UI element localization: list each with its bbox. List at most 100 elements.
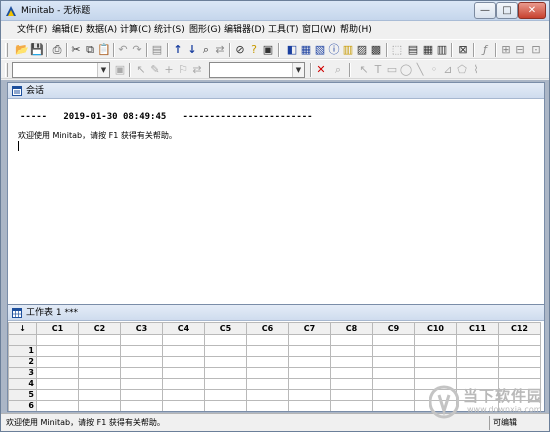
arrow-up-icon[interactable]: ↑ bbox=[171, 43, 185, 57]
session-window-icon[interactable]: ◧ bbox=[285, 43, 299, 57]
worksheet-cell[interactable] bbox=[204, 334, 247, 346]
line-tool-icon[interactable]: ╲ bbox=[413, 63, 427, 77]
column-nav-arrow-icon[interactable]: ↓ bbox=[8, 322, 37, 335]
worksheet-cell[interactable] bbox=[204, 345, 247, 357]
font-select[interactable]: ▼ bbox=[209, 62, 305, 78]
worksheet-cell[interactable] bbox=[78, 389, 121, 401]
rectangle-tool-icon[interactable]: ▭ bbox=[385, 63, 399, 77]
chevron-down-icon[interactable]: ▼ bbox=[97, 63, 109, 77]
copy-icon[interactable]: ⧉ bbox=[83, 43, 97, 57]
worksheet-cell[interactable] bbox=[78, 345, 121, 357]
menu-help[interactable]: 帮助(H) bbox=[340, 24, 372, 37]
worksheet-cell[interactable] bbox=[330, 400, 373, 411]
row-header[interactable]: 5 bbox=[8, 389, 37, 401]
edit-item-icon[interactable]: ▣ bbox=[113, 63, 127, 77]
worksheet-cell[interactable] bbox=[246, 367, 289, 379]
worksheet-cell[interactable] bbox=[246, 356, 289, 368]
menu-stat[interactable]: 统计(S) bbox=[154, 24, 185, 37]
stathelp-icon[interactable]: ▣ bbox=[261, 43, 275, 57]
worksheet-cell[interactable] bbox=[36, 356, 79, 368]
worksheet-cell[interactable] bbox=[204, 378, 247, 390]
worksheet-cell[interactable] bbox=[78, 356, 121, 368]
menu-edit[interactable]: 编辑(E) bbox=[52, 24, 83, 37]
select-column-icon[interactable]: ⬚ bbox=[390, 43, 404, 57]
worksheet-cell[interactable] bbox=[120, 345, 163, 357]
worksheet-cell[interactable] bbox=[288, 345, 331, 357]
table-view-icon[interactable]: ▥ bbox=[435, 43, 449, 57]
insert-rows-icon[interactable]: ⊟ bbox=[513, 43, 527, 57]
replace-icon[interactable]: ⇄ bbox=[213, 43, 227, 57]
worksheet-cell[interactable] bbox=[246, 400, 289, 411]
worksheet-cell[interactable] bbox=[246, 345, 289, 357]
worksheet-cell[interactable] bbox=[288, 334, 331, 346]
last-dialog-icon[interactable]: ▤ bbox=[150, 43, 164, 57]
chevron-down-icon[interactable]: ▼ bbox=[292, 63, 304, 77]
report-pad-icon[interactable]: ▨ bbox=[355, 43, 369, 57]
worksheet-cell[interactable] bbox=[330, 356, 373, 368]
worksheet-cell[interactable] bbox=[120, 356, 163, 368]
column-header[interactable]: C1 bbox=[36, 322, 79, 335]
column-header[interactable]: C10 bbox=[414, 322, 457, 335]
worksheet-cell[interactable] bbox=[204, 389, 247, 401]
column-view-icon[interactable]: ▦ bbox=[421, 43, 435, 57]
delete-cells-icon[interactable]: ⊠ bbox=[456, 43, 470, 57]
toolbar-grip[interactable] bbox=[5, 43, 8, 57]
worksheet-cell[interactable] bbox=[36, 367, 79, 379]
worksheet-cell[interactable] bbox=[330, 345, 373, 357]
worksheet-cell[interactable] bbox=[414, 345, 457, 357]
ellipse-tool-icon[interactable]: ◯ bbox=[399, 63, 413, 77]
maximize-button[interactable]: □ bbox=[496, 2, 518, 19]
toolbar-grip[interactable] bbox=[5, 63, 8, 77]
annotation-pointer-icon[interactable]: ↖ bbox=[357, 63, 371, 77]
worksheet-cell[interactable] bbox=[36, 389, 79, 401]
worksheet-cell[interactable] bbox=[204, 400, 247, 411]
worksheet-cell[interactable] bbox=[372, 378, 415, 390]
worksheet-cell[interactable] bbox=[288, 378, 331, 390]
brush-icon[interactable]: ✎ bbox=[148, 63, 162, 77]
worksheet-title-bar[interactable]: 工作表 1 *** bbox=[8, 305, 544, 321]
worksheet-cell[interactable] bbox=[456, 334, 499, 346]
info-icon[interactable]: ⓘ bbox=[327, 43, 341, 57]
worksheet-cell[interactable] bbox=[162, 345, 205, 357]
insert-cells-icon[interactable]: ⊞ bbox=[499, 43, 513, 57]
minimize-button[interactable]: — bbox=[474, 2, 496, 19]
worksheet-cell[interactable] bbox=[372, 389, 415, 401]
worksheet-cell[interactable] bbox=[288, 400, 331, 411]
column-header[interactable]: C2 bbox=[78, 322, 121, 335]
polyline-tool-icon[interactable]: ⊿ bbox=[441, 63, 455, 77]
worksheet-cell[interactable] bbox=[330, 378, 373, 390]
worksheet-cell[interactable] bbox=[414, 356, 457, 368]
undo-icon[interactable]: ↶ bbox=[116, 43, 130, 57]
clear-x-icon[interactable]: ✕ bbox=[314, 63, 328, 77]
column-header[interactable]: C12 bbox=[498, 322, 541, 335]
find-icon[interactable]: ⌕ bbox=[199, 43, 213, 57]
worksheet-cell[interactable] bbox=[162, 400, 205, 411]
session-title-bar[interactable]: 会话 bbox=[8, 83, 544, 99]
worksheet-cell[interactable] bbox=[372, 334, 415, 346]
worksheet-cell[interactable] bbox=[204, 356, 247, 368]
column-header[interactable]: C3 bbox=[120, 322, 163, 335]
worksheet-cell[interactable] bbox=[288, 389, 331, 401]
worksheet-cell[interactable] bbox=[372, 367, 415, 379]
project-manager-icon[interactable]: ▩ bbox=[369, 43, 383, 57]
worksheet-cell[interactable] bbox=[120, 389, 163, 401]
worksheet-cell[interactable] bbox=[456, 356, 499, 368]
graph-manager-icon[interactable]: ▧ bbox=[313, 43, 327, 57]
worksheet-cell[interactable] bbox=[414, 334, 457, 346]
select-pointer-icon[interactable]: ↖ bbox=[134, 63, 148, 77]
paste-icon[interactable]: 📋 bbox=[97, 43, 111, 57]
worksheet-cell[interactable] bbox=[456, 367, 499, 379]
worksheet-cell[interactable] bbox=[498, 345, 541, 357]
row-header[interactable]: 6 bbox=[8, 400, 37, 411]
worksheet-cell[interactable] bbox=[330, 389, 373, 401]
column-header[interactable]: C6 bbox=[246, 322, 289, 335]
cancel-icon[interactable]: ⊘ bbox=[233, 43, 247, 57]
column-header[interactable]: C11 bbox=[456, 322, 499, 335]
arrow-down-icon[interactable]: ↓ bbox=[185, 43, 199, 57]
row-header[interactable]: 4 bbox=[8, 378, 37, 390]
formula-icon[interactable]: ƒ bbox=[478, 43, 492, 57]
worksheet-cell[interactable] bbox=[498, 334, 541, 346]
worksheet-cell[interactable] bbox=[36, 345, 79, 357]
worksheet-cell[interactable] bbox=[498, 356, 541, 368]
worksheet-cell[interactable] bbox=[246, 334, 289, 346]
